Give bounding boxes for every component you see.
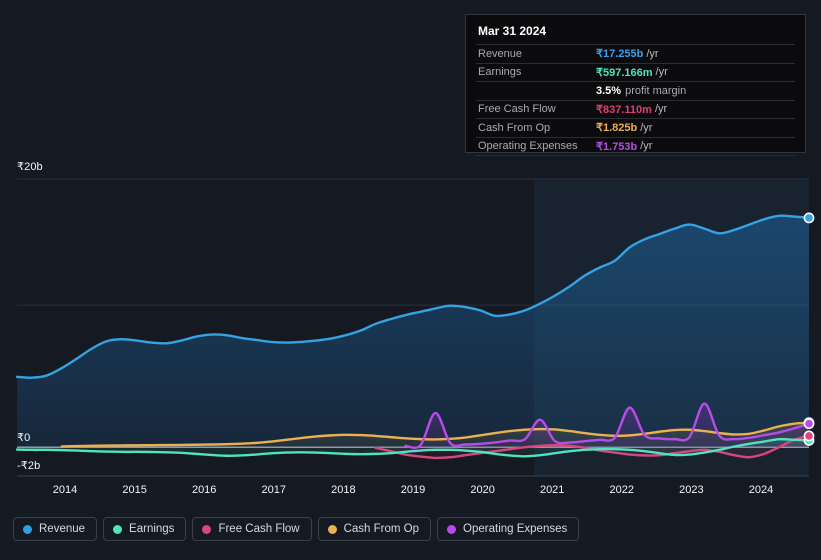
legend-item-free-cash-flow[interactable]: Free Cash Flow — [192, 517, 312, 541]
tooltip-metric-unit: /yr — [654, 103, 668, 116]
x-axis-tick-2017: 2017 — [261, 484, 287, 496]
legend-color-dot-icon — [327, 524, 337, 534]
x-axis-tick-2018: 2018 — [331, 484, 356, 496]
legend-item-operating-expenses[interactable]: Operating Expenses — [437, 517, 580, 541]
tooltip-metric-unit: /yr — [640, 121, 653, 134]
legend-color-dot-icon — [113, 524, 123, 534]
tooltip-metric-unit: /yr — [640, 140, 653, 153]
x-axis-tick-2022: 2022 — [609, 484, 635, 496]
x-axis-tick-2019: 2019 — [400, 484, 426, 496]
legend-color-dot-icon — [23, 524, 32, 534]
legend-item-label: Free Cash Flow — [218, 523, 300, 535]
tooltip-metric-value: ₹1.753b — [596, 140, 638, 153]
legend-color-dot-icon — [447, 524, 457, 534]
tooltip-metric-value: ₹597.166m — [596, 66, 653, 79]
tooltip-metric-name: Operating Expenses — [478, 140, 578, 153]
tooltip-row-free-cash-flow: Free Cash Flow ₹837.110m/yr — [476, 99, 795, 119]
legend-item-label: Revenue — [39, 523, 86, 535]
endpoint-marker-revenue[interactable] — [803, 212, 815, 224]
x-axis-tick-2016: 2016 — [191, 484, 217, 496]
data-tooltip: Mar 31 2024 Revenue ₹17.255b/yr Earnings ₹5… — [465, 14, 806, 156]
series-area-revenue — [17, 215, 809, 448]
profit-margin-label: profit margin — [625, 84, 687, 97]
tooltip-row-profit-margin: 3.5% profit margin — [476, 81, 795, 100]
tooltip-rows: Revenue ₹17.255b/yr Earnings ₹597.166m/yr 3.… — [476, 44, 795, 156]
financial-chart: ₹20b ₹0 -₹2b 2014 2015 2016 2017 2018 2019 202… — [0, 0, 821, 560]
tooltip-metric-name: Cash From Op — [478, 121, 551, 134]
tooltip-date: Mar 31 2024 — [478, 24, 547, 38]
legend-color-dot-icon — [202, 524, 212, 534]
x-axis-tick-2024: 2024 — [748, 484, 774, 496]
legend-item-label: Cash From Op — [343, 523, 420, 535]
endpoint-marker-operating-expenses[interactable] — [803, 418, 815, 430]
tooltip-metric-name: Free Cash Flow — [478, 103, 556, 116]
legend-item-label: Earnings — [129, 523, 175, 535]
tooltip-metric-value: ₹17.255b — [596, 48, 644, 61]
tooltip-metric-name: Earnings — [478, 66, 522, 79]
tooltip-metric-unit: /yr — [655, 66, 668, 79]
x-axis-tick-2014: 2014 — [52, 484, 78, 496]
y-axis-tick-neg: -₹2b — [17, 460, 41, 472]
legend-item-earnings[interactable]: Earnings — [103, 517, 187, 541]
endpoint-marker-free-cash-flow[interactable] — [803, 430, 815, 442]
x-axis-tick-2023: 2023 — [679, 484, 704, 496]
profit-margin-value: 3.5% — [596, 84, 622, 97]
tooltip-metric-unit: /yr — [646, 47, 659, 60]
y-axis-tick-zero: ₹0 — [17, 432, 31, 444]
legend-item-label: Operating Expenses — [463, 523, 568, 535]
x-axis-tick-2021: 2021 — [539, 484, 565, 496]
x-axis-tick-2015: 2015 — [122, 484, 147, 496]
y-axis-tick-top: ₹20b — [17, 161, 43, 173]
tooltip-metric-name: Revenue — [478, 47, 523, 60]
x-axis-tick-2020: 2020 — [470, 484, 495, 496]
legend-item-revenue[interactable]: Revenue — [13, 517, 98, 541]
tooltip-row-revenue: Revenue ₹17.255b/yr — [476, 44, 795, 63]
tooltip-metric-value: ₹1.825b — [596, 122, 638, 135]
tooltip-row-earnings: Earnings ₹597.166m/yr — [476, 62, 795, 82]
chart-legend[interactable]: Revenue Earnings Free Cash Flow Cash From O… — [13, 517, 580, 541]
tooltip-row-cash-from-op: Cash From Op ₹1.825b/yr — [476, 118, 795, 137]
legend-item-cash-from-op[interactable]: Cash From Op — [317, 517, 432, 541]
tooltip-metric-value: ₹837.110m — [596, 103, 652, 116]
tooltip-row-operating-expenses: Operating Expenses ₹1.753b/yr — [476, 136, 795, 156]
